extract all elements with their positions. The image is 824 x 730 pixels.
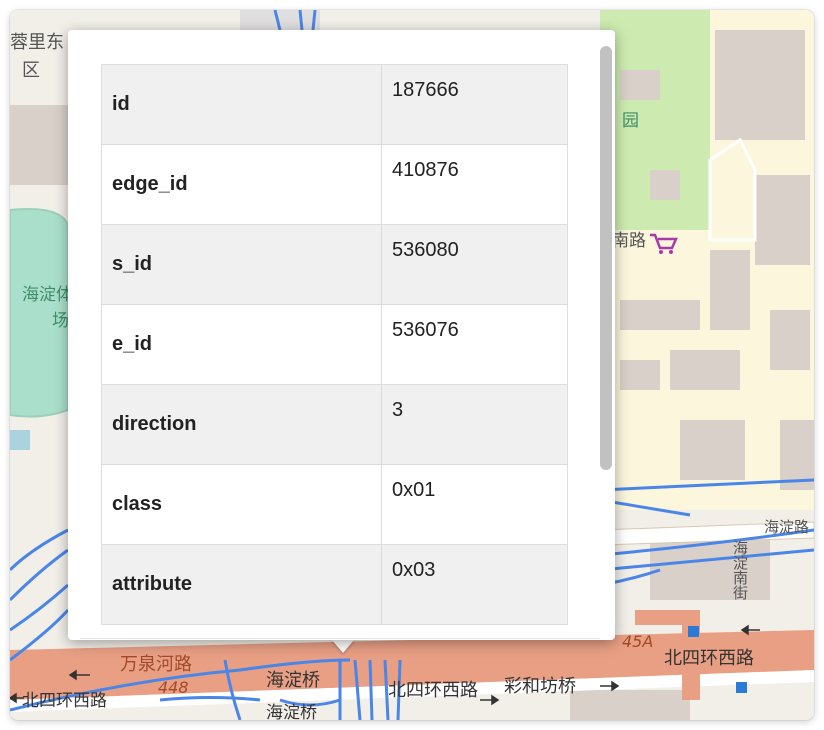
building bbox=[620, 360, 660, 390]
bus-stop-icon[interactable] bbox=[736, 682, 747, 693]
map-label-bridge: 彩和坊桥 bbox=[504, 676, 576, 697]
table-row: attribute 0x03 bbox=[101, 544, 568, 625]
map-label-highway: 北四环西路 bbox=[664, 648, 754, 669]
table-row: edge_id 410876 bbox=[101, 144, 568, 225]
road bbox=[708, 137, 757, 242]
map-label-highway: 北四环西路 bbox=[388, 680, 478, 701]
map-label-stadium: 场 bbox=[52, 311, 69, 331]
building bbox=[680, 420, 745, 480]
building bbox=[650, 170, 680, 200]
attribute-key: s_id bbox=[101, 224, 382, 305]
table-row: class 0x01 bbox=[101, 464, 568, 545]
map-label-district: 区 bbox=[22, 60, 40, 81]
attribute-key: direction bbox=[101, 384, 382, 465]
building bbox=[715, 30, 805, 140]
attribute-table: id 187666 edge_id 410876 s_id 536080 e_id 53607… bbox=[101, 64, 568, 625]
popup-scroll-area[interactable]: id 187666 edge_id 410876 s_id 536080 e_id 53607… bbox=[80, 42, 603, 638]
map-label-garden: 园 bbox=[622, 111, 639, 131]
table-row: s_id 536080 bbox=[101, 224, 568, 305]
table-row: id 187666 bbox=[101, 64, 568, 145]
attribute-value: 187666 bbox=[381, 64, 568, 145]
attribute-value: 0x01 bbox=[381, 464, 568, 545]
table-row: direction 3 bbox=[101, 384, 568, 465]
attribute-value: 410876 bbox=[381, 144, 568, 225]
building bbox=[620, 70, 660, 100]
scrollbar[interactable] bbox=[600, 46, 612, 630]
attribute-key: edge_id bbox=[101, 144, 382, 225]
map-window: 蓉里东 区 海淀体 场 园 南路 海淀路 海淀南街 45A 北四环西路 万泉河路… bbox=[10, 10, 814, 720]
map-label-street: 海淀南街 bbox=[731, 540, 749, 600]
building bbox=[755, 175, 810, 265]
scrollbar-thumb[interactable] bbox=[600, 46, 612, 470]
building bbox=[620, 300, 700, 330]
building bbox=[670, 350, 740, 390]
popup-divider bbox=[80, 638, 600, 639]
attribute-key: class bbox=[101, 464, 382, 545]
map-label-road: 南路 bbox=[612, 231, 646, 251]
map-label-bridge: 海淀桥 bbox=[266, 670, 320, 691]
map-label-route-number: 45A bbox=[622, 632, 654, 651]
attribute-value: 3 bbox=[381, 384, 568, 465]
map-label-road: 万泉河路 bbox=[120, 654, 192, 675]
attribute-key: id bbox=[101, 64, 382, 145]
building bbox=[770, 310, 810, 370]
table-row: e_id 536076 bbox=[101, 304, 568, 385]
attribute-value: 536080 bbox=[381, 224, 568, 305]
attribute-key: attribute bbox=[101, 544, 382, 625]
map-label-district: 蓉里东 bbox=[10, 32, 64, 53]
map-label-stadium: 海淀体 bbox=[22, 285, 73, 305]
water bbox=[10, 430, 30, 450]
building bbox=[570, 690, 690, 720]
map-label-highway: 北四环西路 bbox=[22, 691, 107, 711]
map-label-bridge: 海淀桥 bbox=[266, 703, 317, 720]
attribute-key: e_id bbox=[101, 304, 382, 385]
feature-popup: id 187666 edge_id 410876 s_id 536080 e_id 53607… bbox=[68, 30, 615, 640]
map-label-road: 海淀路 bbox=[764, 518, 810, 536]
building bbox=[10, 105, 68, 185]
attribute-value: 0x03 bbox=[381, 544, 568, 625]
attribute-value: 536076 bbox=[381, 304, 568, 385]
popup-tip bbox=[331, 639, 355, 653]
bus-stop-icon[interactable] bbox=[688, 626, 699, 637]
map-label-route-number: 448 bbox=[158, 678, 189, 697]
building bbox=[710, 250, 750, 330]
